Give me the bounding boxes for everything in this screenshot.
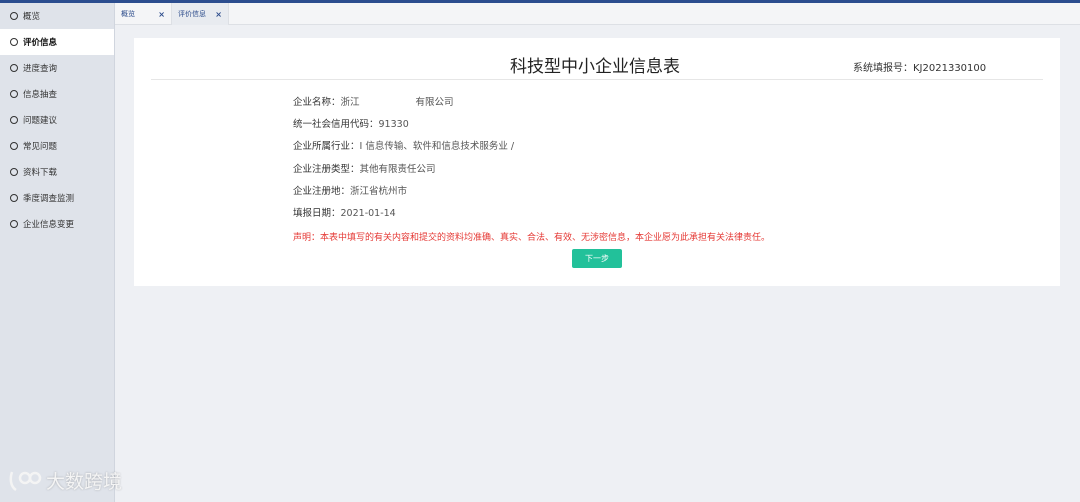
field-value: 2021-01-14 — [340, 208, 396, 219]
field-value: 浙江 — [340, 97, 360, 108]
tab-overview[interactable]: 概览 × — [115, 3, 172, 25]
circle-icon — [10, 38, 18, 46]
field-label: 企业注册地： — [293, 186, 351, 197]
circle-icon — [10, 64, 18, 72]
next-step-button[interactable]: 下一步 — [572, 249, 622, 268]
close-icon[interactable]: × — [158, 10, 165, 19]
watermark: 大数跨境 — [8, 467, 122, 494]
declaration-text: 声明：本表中填写的有关内容和提交的资料均准确、真实、合法、有效、无涉密信息，本企… — [293, 233, 771, 243]
watermark-text: 大数跨境 — [46, 471, 123, 493]
field-industry: 企业所属行业：I 信息传输、软件和信息技术服务业 / — [293, 138, 514, 152]
field-value: 其他有限责任公司 — [359, 164, 436, 175]
sidebar-item-label: 进度查询 — [23, 64, 58, 74]
field-label: 企业注册类型： — [293, 164, 360, 175]
system-number: 系统填报号：KJ2021330100 — [853, 59, 986, 74]
field-label: 填报日期： — [293, 208, 341, 219]
sidebar-item-quarterly-survey[interactable]: 季度调查监测 — [0, 185, 114, 211]
sidebar-item-label: 企业信息变更 — [23, 220, 75, 230]
sidebar-item-faq[interactable]: 常见问题 — [0, 133, 114, 159]
tab-label: 评价信息 — [178, 10, 206, 18]
close-icon[interactable]: × — [215, 10, 222, 19]
sidebar-item-info-change[interactable]: 企业信息变更 — [0, 211, 114, 237]
field-value: I 信息传输、软件和信息技术服务业 / — [359, 141, 515, 152]
sidebar-item-label: 常见问题 — [23, 142, 58, 152]
field-value: 浙江省杭州市 — [350, 186, 408, 197]
divider — [151, 79, 1043, 80]
sidebar-item-label: 资料下载 — [23, 168, 58, 178]
field-label: 统一社会信用代码： — [293, 119, 379, 130]
sidebar-item-label: 信息抽查 — [23, 90, 58, 100]
sidebar-item-label: 季度调查监测 — [23, 194, 75, 204]
field-label: 企业所属行业： — [293, 141, 360, 152]
circle-icon — [10, 168, 18, 176]
sidebar-item-label: 概览 — [23, 12, 41, 22]
circle-icon — [10, 12, 18, 20]
sidebar-item-label: 问题建议 — [23, 116, 58, 126]
sidebar-item-progress[interactable]: 进度查询 — [0, 55, 114, 81]
field-fill-date: 填报日期：2021-01-14 — [293, 205, 396, 219]
tab-label: 概览 — [121, 10, 135, 18]
tab-evaluation[interactable]: 评价信息 × — [172, 3, 229, 25]
circle-icon — [10, 220, 18, 228]
circle-icon — [10, 90, 18, 98]
field-credit-code: 统一社会信用代码：91330 — [293, 116, 409, 130]
sidebar-item-downloads[interactable]: 资料下载 — [0, 159, 114, 185]
brand-logo-icon — [9, 471, 42, 491]
field-value-suffix: 有限公司 — [415, 97, 454, 108]
sidebar-item-spot-check[interactable]: 信息抽查 — [0, 81, 114, 107]
sidebar-item-evaluation[interactable]: 评价信息 — [0, 29, 114, 55]
sidebar: 概览 评价信息 进度查询 信息抽查 问题建议 常见问题 资料下载 季度调查监测 … — [0, 3, 115, 502]
page-title: 科技型中小企业信息表 — [510, 57, 680, 77]
sidebar-item-suggestions[interactable]: 问题建议 — [0, 107, 114, 133]
sidebar-item-overview[interactable]: 概览 — [0, 3, 114, 29]
field-value: 91330 — [378, 119, 409, 130]
field-registration-place: 企业注册地：浙江省杭州市 — [293, 183, 407, 197]
circle-icon — [10, 142, 18, 150]
system-number-value: KJ2021330100 — [913, 63, 987, 74]
info-card: 科技型中小企业信息表 系统填报号：KJ2021330100 企业名称：浙江 有限公… — [134, 38, 1060, 286]
circle-icon — [10, 116, 18, 124]
field-registration-type: 企业注册类型：其他有限责任公司 — [293, 161, 436, 175]
field-label: 企业名称： — [293, 97, 341, 108]
sidebar-item-label: 评价信息 — [23, 38, 58, 48]
tab-bar: 概览 × 评价信息 × — [115, 3, 1080, 25]
field-company-name: 企业名称：浙江 有限公司 — [293, 94, 454, 108]
circle-icon — [10, 194, 18, 202]
system-number-label: 系统填报号： — [853, 63, 913, 74]
